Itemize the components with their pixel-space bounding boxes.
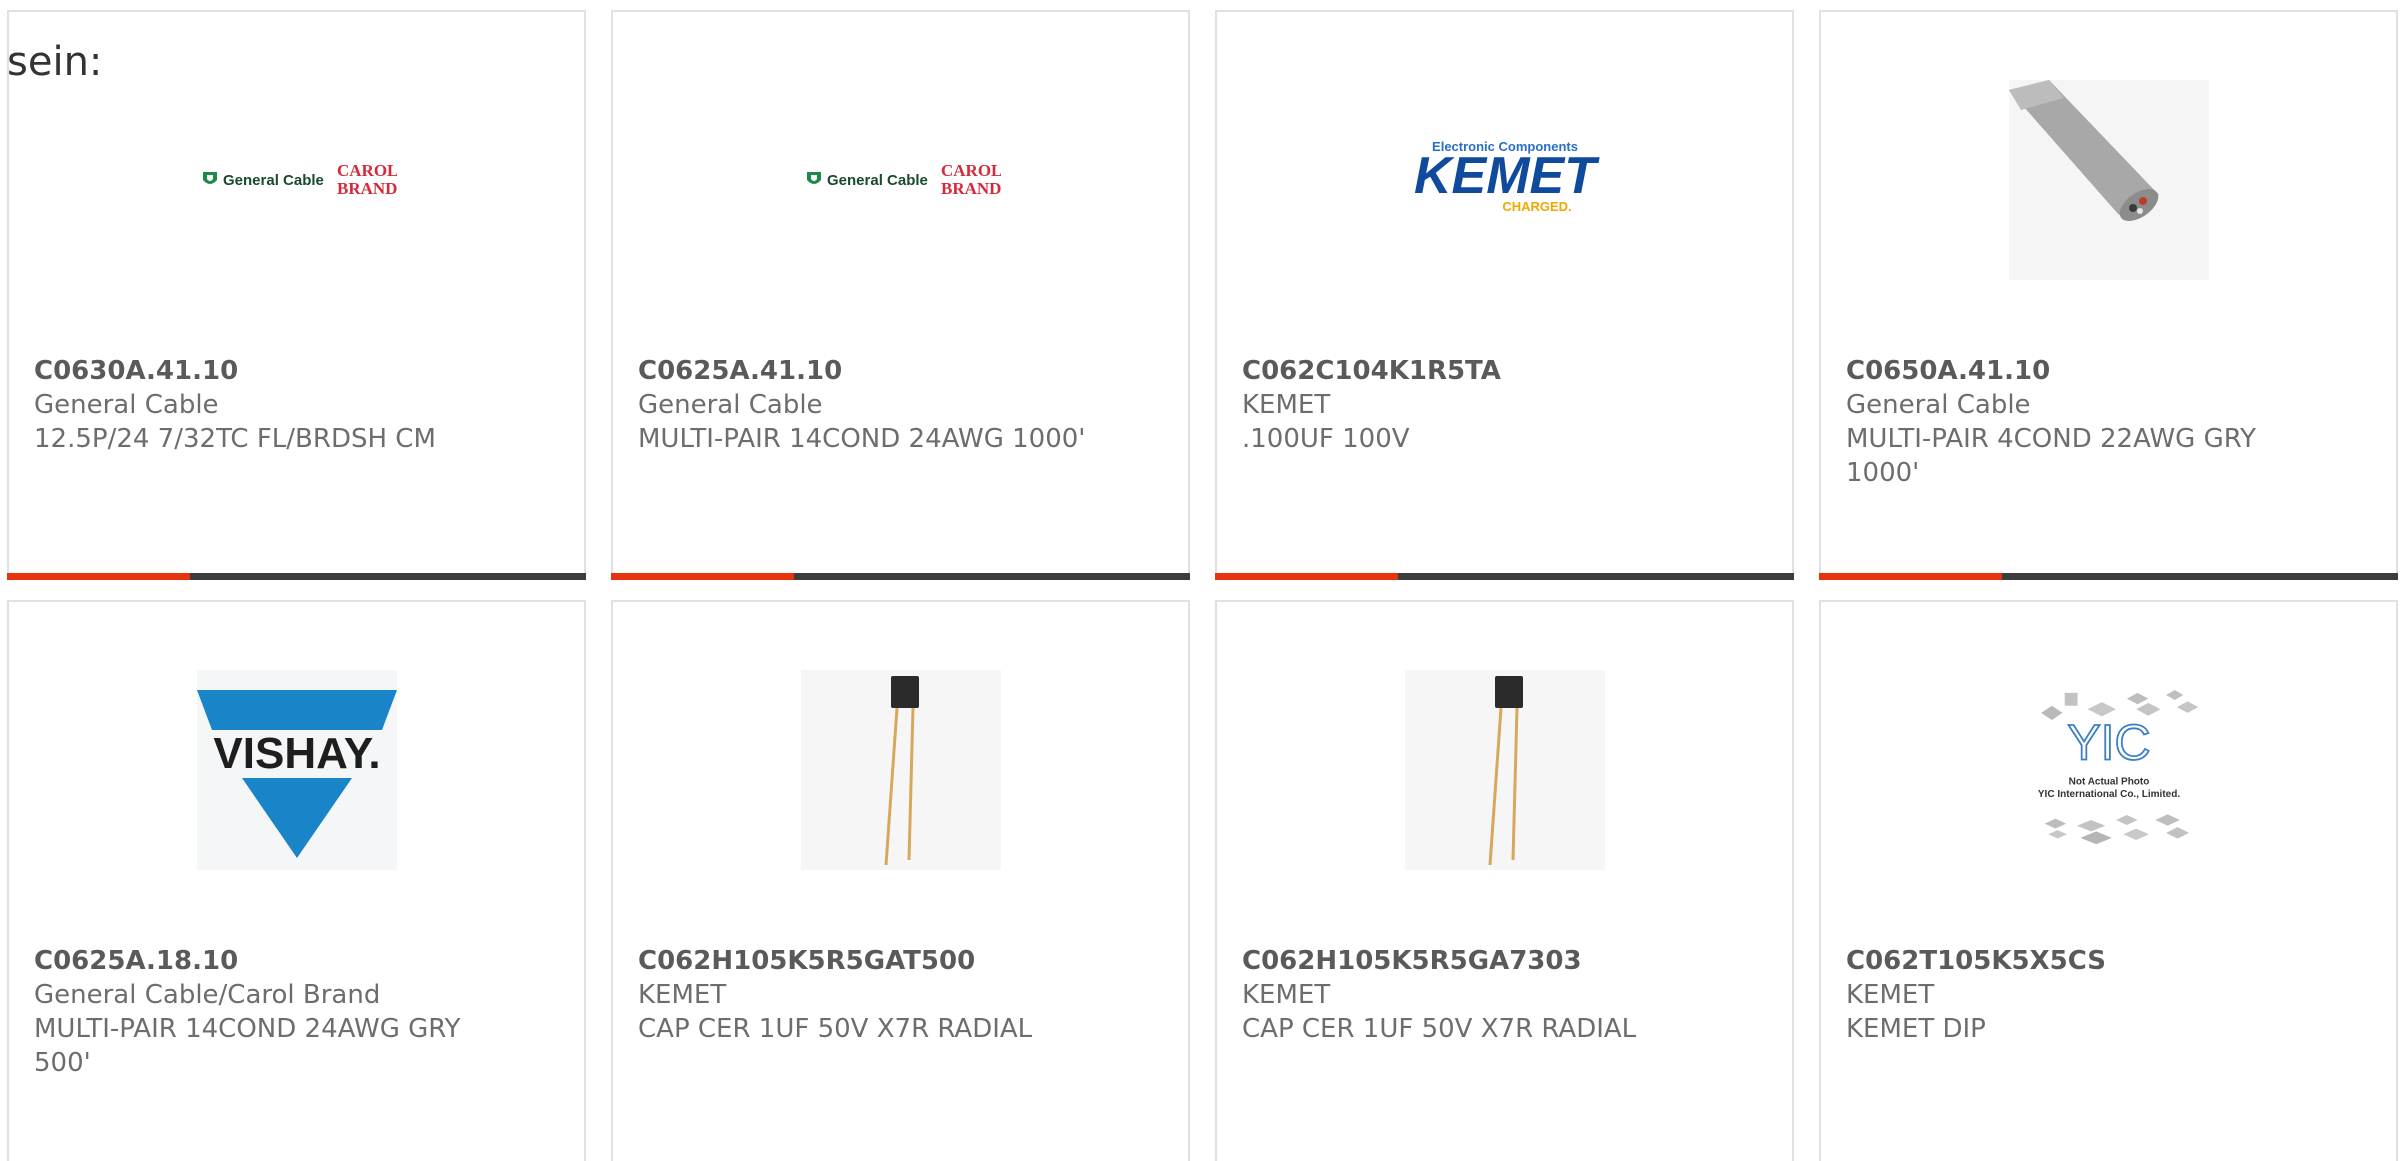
vishay-logo[interactable]: VISHAY. (196, 670, 397, 870)
product-info: C062H105K5R5GAT500 KEMET CAP CER 1UF 50V… (638, 944, 1168, 1046)
logo-carol-text: CAROL (337, 161, 397, 180)
logo-charged-text: CHARGED. (1502, 199, 1571, 214)
product-description: CAP CER 1UF 50V X7R RADIAL (638, 1014, 1033, 1044)
gray-cable-photo[interactable] (2008, 80, 2209, 280)
product-info: C0625A.18.10 General Cable/Carol Brand M… (34, 944, 564, 1080)
product-description: MULTI-PAIR 4COND 22AWG GRY 1000' (1846, 424, 2256, 488)
part-number[interactable]: C0630A.41.10 (34, 354, 564, 388)
part-number[interactable]: C0650A.41.10 (1846, 354, 2376, 388)
brand-name: KEMET (1242, 390, 1331, 420)
logo-general-cable-text: General Cable (827, 172, 928, 189)
part-number[interactable]: C062T105K5X5CS (1846, 944, 2376, 978)
card-progress-accent (7, 573, 190, 580)
yic-logo-icon: YIC (2067, 714, 2150, 770)
yic-not-actual-photo[interactable]: YIC Not Actual Photo YIC International C… (2008, 670, 2209, 870)
product-description: .100UF 100V (1242, 424, 1410, 454)
product-description: MULTI-PAIR 14COND 24AWG GRY 500' (34, 1014, 461, 1078)
card-progress-accent (1819, 573, 2002, 580)
logo-yic-company-text: YIC International Co., Limited. (2037, 789, 2179, 800)
radial-capacitor-photo[interactable] (1404, 670, 1605, 870)
product-info: C0625A.41.10 General Cable MULTI-PAIR 14… (638, 354, 1168, 456)
product-card[interactable]: C0650A.41.10 General Cable MULTI-PAIR 4C… (1819, 10, 2398, 580)
brand-name: General Cable/Carol Brand (34, 980, 381, 1010)
product-info: C062C104K1R5TA KEMET .100UF 100V (1242, 354, 1772, 456)
product-grid-page: sein: General Cable CAROL BRAND C0630A.4… (0, 0, 2400, 1161)
brand-name: KEMET (1846, 980, 1935, 1010)
product-card[interactable]: C062H105K5R5GAT500 KEMET CAP CER 1UF 50V… (611, 600, 1190, 1161)
card-progress-bar (1819, 573, 2398, 580)
product-description: KEMET DIP (1846, 1014, 1986, 1044)
part-number[interactable]: C0625A.41.10 (638, 354, 1168, 388)
card-progress-bar (7, 573, 586, 580)
part-number[interactable]: C062H105K5R5GAT500 (638, 944, 1168, 978)
brand-name: General Cable (1846, 390, 2031, 420)
logo-vishay-text: VISHAY. (213, 729, 380, 778)
brand-name: KEMET (1242, 980, 1331, 1010)
brand-name: General Cable (34, 390, 219, 420)
product-info: C0630A.41.10 General Cable 12.5P/24 7/32… (34, 354, 564, 456)
logo-kemet-text: KEMET (1414, 147, 1600, 205)
product-card[interactable]: C062H105K5R5GA7303 KEMET CAP CER 1UF 50V… (1215, 600, 1794, 1161)
product-description: MULTI-PAIR 14COND 24AWG 1000' (638, 424, 1086, 454)
product-info: C062T105K5X5CS KEMET KEMET DIP (1846, 944, 2376, 1046)
kemet-logo[interactable]: Electronic Components KEMET CHARGED. (1405, 80, 1605, 280)
product-info: C0650A.41.10 General Cable MULTI-PAIR 4C… (1846, 354, 2376, 490)
part-number[interactable]: C062C104K1R5TA (1242, 354, 1772, 388)
product-info: C062H105K5R5GA7303 KEMET CAP CER 1UF 50V… (1242, 944, 1772, 1046)
product-card[interactable]: VISHAY. C0625A.18.10 General Cable/Carol… (7, 600, 586, 1161)
logo-brand-text: BRAND (941, 179, 1001, 198)
logo-carol-text: CAROL (941, 161, 1001, 180)
product-card[interactable]: General Cable CAROL BRAND C0625A.41.10 G… (611, 10, 1190, 580)
part-number[interactable]: C062H105K5R5GA7303 (1242, 944, 1772, 978)
part-number[interactable]: C0625A.18.10 (34, 944, 564, 978)
product-card[interactable]: Electronic Components KEMET CHARGED. C06… (1215, 10, 1794, 580)
intro-text: sein: (7, 39, 103, 85)
brand-name: KEMET (638, 980, 727, 1010)
product-card[interactable]: General Cable CAROL BRAND C0630A.41.10 G… (7, 10, 586, 580)
brand-name: General Cable (638, 390, 823, 420)
logo-not-actual-photo-text: Not Actual Photo (2068, 776, 2149, 787)
product-description: 12.5P/24 7/32TC FL/BRDSH CM (34, 424, 436, 454)
logo-brand-text: BRAND (337, 179, 397, 198)
card-progress-bar (611, 573, 1190, 580)
product-card[interactable]: YIC Not Actual Photo YIC International C… (1819, 600, 2398, 1161)
card-progress-accent (611, 573, 794, 580)
general-cable-carol-brand-logo[interactable]: General Cable CAROL BRAND (197, 80, 397, 280)
radial-capacitor-photo[interactable] (800, 670, 1001, 870)
card-progress-bar (1215, 573, 1794, 580)
product-description: CAP CER 1UF 50V X7R RADIAL (1242, 1014, 1637, 1044)
card-progress-accent (1215, 573, 1398, 580)
logo-general-cable-text: General Cable (223, 172, 324, 189)
general-cable-carol-brand-logo[interactable]: General Cable CAROL BRAND (801, 80, 1001, 280)
